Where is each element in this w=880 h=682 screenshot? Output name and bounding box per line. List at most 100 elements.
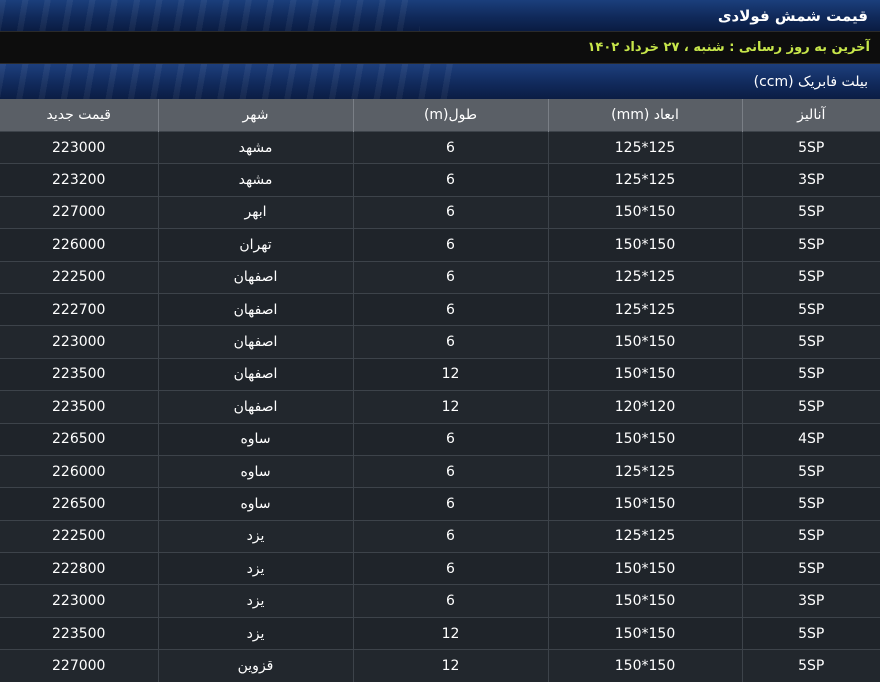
table-row: 5SP 125*125 6 اصفهان 222700 [0,292,880,326]
cell-city: یزد [157,616,353,650]
cell-dimensions: 125*125 [547,454,742,488]
cell-price: 226500 [0,487,158,521]
table-row: 5SP 150*150 12 یزد 223500 [0,616,880,650]
cell-dimensions: 125*125 [547,292,742,326]
cell-city: یزد [157,584,353,618]
cell-dimensions: 120*120 [547,390,742,424]
cell-price: 227000 [0,195,158,229]
cell-city: ساوه [157,487,353,521]
cell-analysis: 4SP [741,422,880,456]
cell-analysis: 5SP [741,616,880,650]
page-title: قیمت شمش فولادی [717,6,868,25]
cell-city: اصفهان [157,325,353,359]
table-row: 3SP 150*150 6 یزد 223000 [0,584,880,618]
cell-length: 6 [352,130,548,164]
cell-length: 6 [352,454,548,488]
cell-dimensions: 150*150 [547,649,742,682]
table-row: 5SP 150*150 6 ابهر 227000 [0,195,880,229]
cell-dimensions: 150*150 [547,228,742,262]
cell-city: اصفهان [157,357,353,391]
cell-city: یزد [157,552,353,585]
cell-analysis: 5SP [741,260,880,294]
cell-price: 227000 [0,649,158,682]
cell-analysis: 5SP [741,552,880,585]
steel-billet-price-page: قیمت شمش فولادی آخرین به روز رسانی : شنب… [0,0,880,682]
cell-price: 222700 [0,292,158,326]
last-update-bar: آخرین به روز رسانی : شنبه ، ۲۷ خرداد ۱۴۰… [0,31,880,64]
cell-analysis: 5SP [741,519,880,553]
cell-dimensions: 150*150 [547,487,742,521]
cell-analysis: 5SP [741,390,880,424]
cell-price: 226500 [0,422,158,456]
cell-length: 6 [352,195,548,229]
column-header-city: شهر [157,99,353,132]
cell-dimensions: 125*125 [547,130,742,164]
table-body: 5SP 125*125 6 مشهد 223000 3SP 125*125 6 مشهد 2232… [0,130,880,682]
cell-city: اصفهان [157,292,353,326]
cell-city: یزد [157,519,353,553]
table-row: 5SP 125*125 6 یزد 222500 [0,519,880,553]
cell-analysis: 5SP [741,649,880,682]
cell-dimensions: 125*125 [547,163,742,197]
column-header-length: طول(m) [352,99,548,132]
price-table: آنالیز ابعاد (mm) طول(m) شهر قیمت جدید 5… [0,99,880,682]
cell-price: 223200 [0,163,158,197]
cell-city: ابهر [157,195,353,229]
cell-price: 223500 [0,390,158,424]
cell-length: 6 [352,292,548,326]
column-header-dimensions: ابعاد (mm) [547,99,742,132]
cell-price: 223000 [0,130,158,164]
table-row: 5SP 125*125 6 ساوه 226000 [0,454,880,488]
table-row: 5SP 150*150 12 اصفهان 223500 [0,357,880,391]
cell-city: اصفهان [157,260,353,294]
cell-price: 222500 [0,260,158,294]
cell-city: تهران [157,228,353,262]
cell-analysis: 5SP [741,195,880,229]
table-row: 5SP 125*125 6 اصفهان 222500 [0,260,880,294]
cell-length: 6 [352,260,548,294]
column-header-analysis: آنالیز [741,99,880,132]
cell-analysis: 5SP [741,292,880,326]
table-header-row: آنالیز ابعاد (mm) طول(m) شهر قیمت جدید [0,99,880,132]
cell-dimensions: 125*125 [547,519,742,553]
cell-analysis: 3SP [741,584,880,618]
cell-price: 223500 [0,357,158,391]
cell-dimensions: 150*150 [547,616,742,650]
cell-length: 6 [352,228,548,262]
cell-dimensions: 150*150 [547,357,742,391]
cell-city: مشهد [157,163,353,197]
cell-price: 223000 [0,584,158,618]
cell-price: 223500 [0,616,158,650]
cell-analysis: 5SP [741,454,880,488]
table-row: 5SP 150*150 6 یزد 222800 [0,552,880,585]
cell-length: 6 [352,487,548,521]
cell-city: اصفهان [157,390,353,424]
cell-length: 6 [352,325,548,359]
cell-dimensions: 150*150 [547,584,742,618]
cell-length: 6 [352,519,548,553]
cell-length: 12 [352,649,548,682]
table-row: 3SP 125*125 6 مشهد 223200 [0,163,880,197]
last-update-text: آخرین به روز رسانی : شنبه ، ۲۷ خرداد ۱۴۰… [587,40,870,55]
cell-city: ساوه [157,454,353,488]
cell-analysis: 3SP [741,163,880,197]
cell-length: 6 [352,163,548,197]
table-row: 4SP 150*150 6 ساوه 226500 [0,422,880,456]
section-title-bar: بیلت فابریک (ccm) [0,64,880,99]
cell-length: 6 [352,552,548,585]
cell-dimensions: 150*150 [547,552,742,585]
cell-length: 12 [352,357,548,391]
table-row: 5SP 125*125 6 مشهد 223000 [0,130,880,164]
cell-price: 226000 [0,228,158,262]
table-row: 5SP 150*150 12 قزوین 227000 [0,649,880,682]
table-row: 5SP 150*150 6 اصفهان 223000 [0,325,880,359]
section-title: بیلت فابریک (ccm) [753,73,868,90]
cell-length: 6 [352,584,548,618]
table-row: 5SP 150*150 6 تهران 226000 [0,228,880,262]
cell-city: ساوه [157,422,353,456]
cell-city: مشهد [157,130,353,164]
cell-price: 226000 [0,454,158,488]
cell-dimensions: 150*150 [547,325,742,359]
cell-dimensions: 150*150 [547,422,742,456]
cell-analysis: 5SP [741,228,880,262]
